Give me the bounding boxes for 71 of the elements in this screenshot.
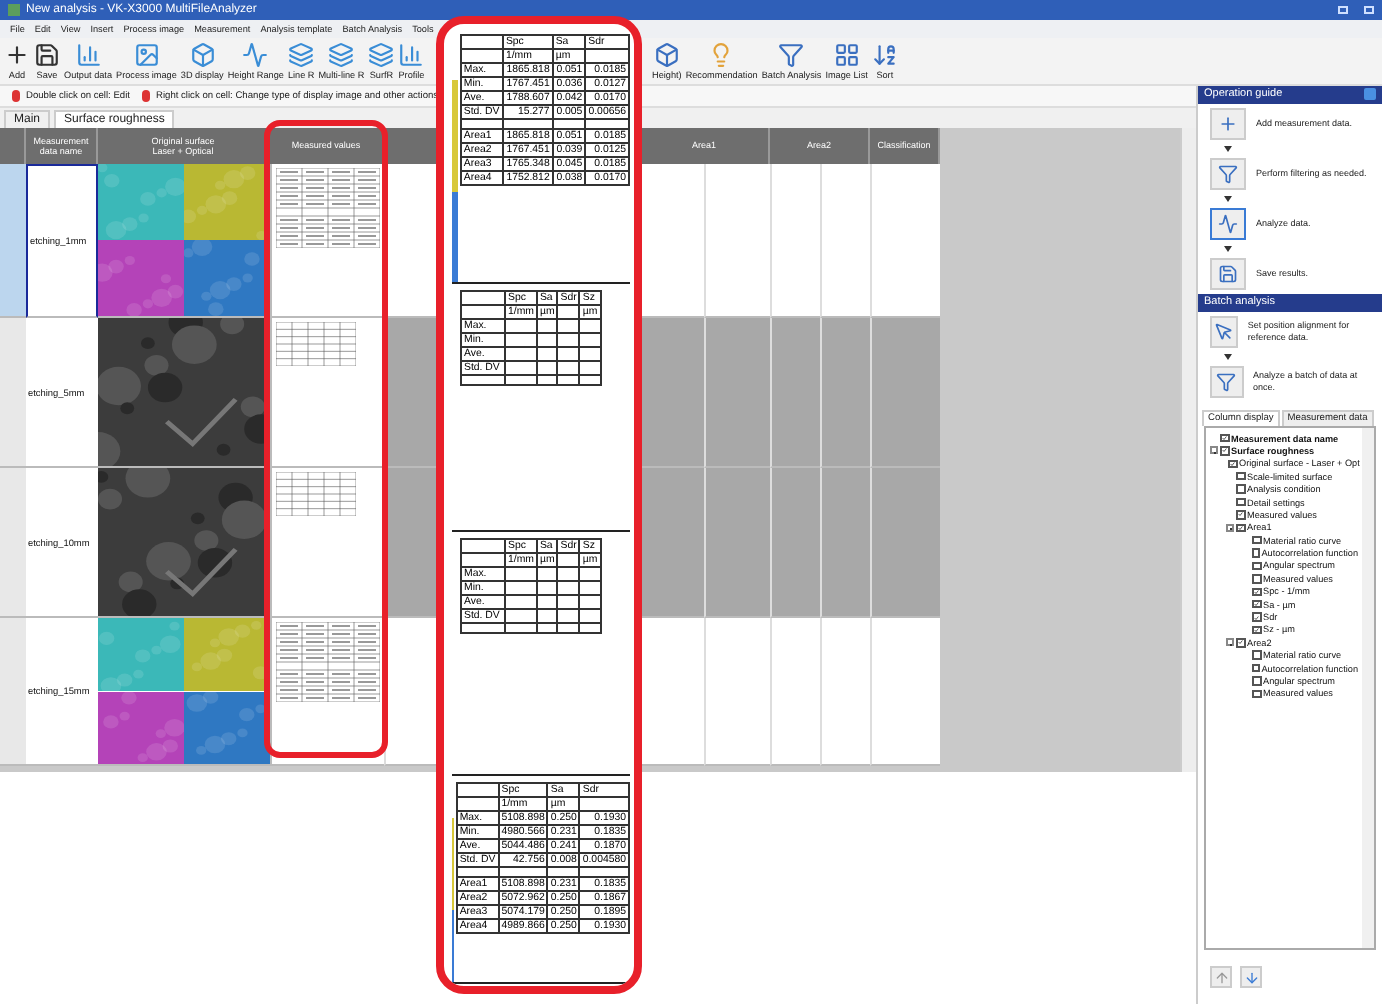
checkbox[interactable] [1252, 625, 1261, 635]
chart-icon [75, 42, 101, 68]
checkbox[interactable] [1252, 535, 1261, 545]
down-arrow-icon [1243, 969, 1259, 985]
minimize-icon[interactable] [1338, 6, 1348, 14]
cube-icon [653, 42, 680, 68]
plus-icon [1218, 113, 1238, 134]
checkbox[interactable] [1228, 459, 1237, 469]
layers-icon [368, 42, 395, 68]
checkbox[interactable] [1236, 510, 1245, 520]
layers-icon [328, 42, 355, 68]
up-arrow-icon [1213, 969, 1229, 985]
app-icon [8, 4, 20, 16]
lightbulb-icon [708, 42, 735, 68]
move-down-button[interactable] [1240, 966, 1262, 988]
checkbox[interactable] [1236, 523, 1245, 533]
down-arrow-icon [1224, 195, 1232, 202]
step-button[interactable] [1210, 315, 1238, 348]
checkbox[interactable] [1252, 574, 1261, 584]
checkbox[interactable] [1220, 433, 1229, 443]
step-button[interactable] [1210, 207, 1246, 240]
waveform-icon [242, 42, 269, 68]
checkbox[interactable] [1251, 663, 1260, 673]
checkbox[interactable] [1236, 484, 1245, 494]
checkbox[interactable] [1236, 638, 1245, 648]
checkbox[interactable] [1251, 548, 1260, 558]
collapse-icon[interactable] [1226, 523, 1234, 532]
corner-cell [0, 128, 26, 164]
mini-table-drawing [276, 168, 380, 248]
checkbox[interactable] [1252, 689, 1261, 699]
plus-icon [4, 42, 30, 68]
checkbox[interactable] [1252, 561, 1261, 571]
mini-table-drawing [276, 472, 356, 516]
image-icon [133, 42, 160, 68]
checkbox[interactable] [1236, 497, 1245, 507]
sort-icon [871, 42, 898, 68]
filter-icon [778, 42, 805, 68]
filter-icon [1216, 371, 1237, 392]
mini-table-drawing [276, 322, 356, 366]
down-arrow-icon [1224, 245, 1232, 252]
collapse-icon[interactable] [1226, 638, 1234, 647]
step-button[interactable] [1210, 257, 1246, 290]
checkbox[interactable] [1252, 587, 1261, 596]
layers-icon [288, 42, 315, 68]
save-icon [34, 42, 60, 68]
step-button[interactable] [1210, 107, 1246, 140]
grid-icon [833, 42, 860, 68]
scrollbar[interactable] [1180, 128, 1196, 772]
checkbox[interactable] [1252, 612, 1261, 622]
step-button[interactable] [1210, 157, 1246, 190]
checkbox[interactable] [1252, 676, 1261, 686]
down-arrow-icon [1224, 145, 1232, 152]
filter-icon [1218, 163, 1238, 184]
help-icon[interactable] [1364, 88, 1376, 101]
checkbox[interactable] [1220, 446, 1229, 456]
waveform-icon [1218, 213, 1238, 234]
checkbox[interactable] [1236, 471, 1245, 481]
save-icon [1218, 263, 1238, 284]
maximize-icon[interactable] [1364, 6, 1374, 14]
scrollbar[interactable] [1362, 427, 1374, 948]
cube-icon [189, 42, 216, 68]
chart-icon [398, 42, 425, 68]
mouse-icon [142, 90, 150, 102]
checkbox[interactable] [1252, 650, 1261, 660]
down-arrow-icon [1224, 353, 1232, 360]
step-button[interactable] [1210, 365, 1244, 398]
mouse-icon [12, 90, 20, 102]
pointer-icon [1213, 321, 1234, 342]
collapse-icon[interactable] [1210, 446, 1218, 455]
mini-table-drawing [276, 622, 380, 702]
checkbox[interactable] [1252, 599, 1261, 609]
